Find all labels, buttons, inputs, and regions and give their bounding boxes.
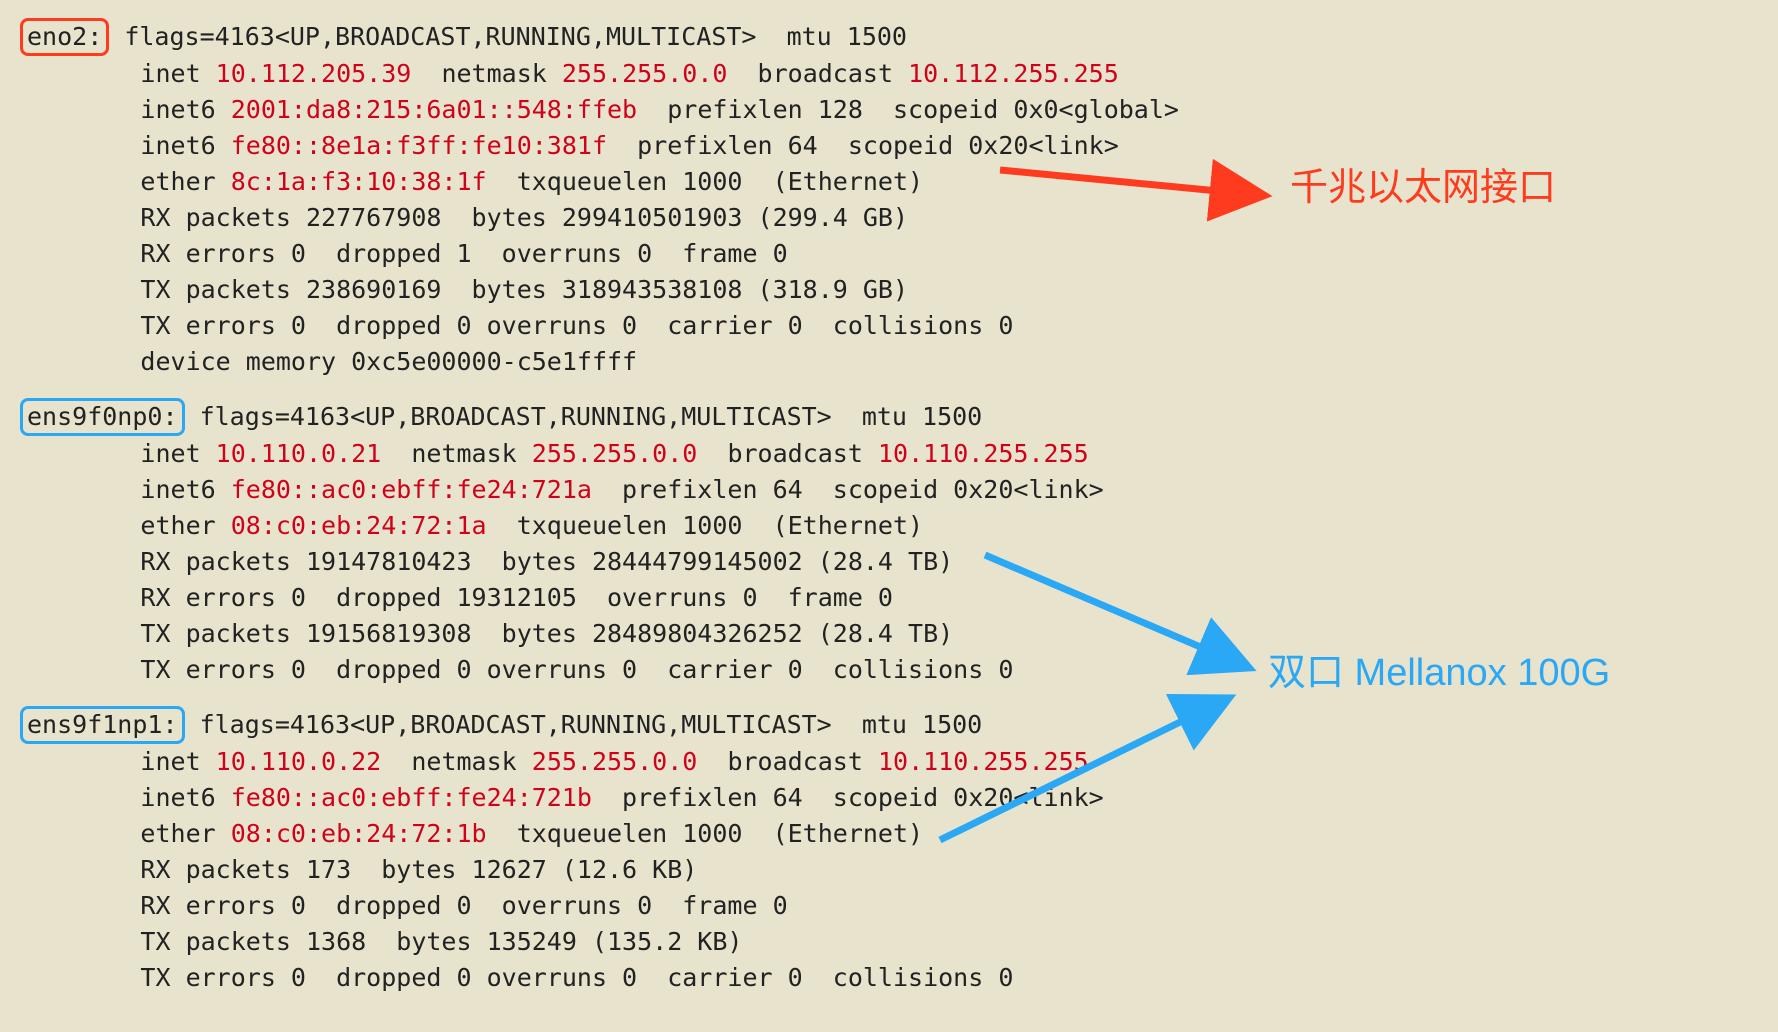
- annotation-gigabit-label: 千兆以太网接口: [1290, 170, 1556, 206]
- interface-flags: flags=4163<UP,BROADCAST,RUNNING,MULTICAS…: [185, 710, 983, 739]
- address-value: 8c:1a:f3:10:38:1f: [231, 167, 487, 196]
- interface-stat-line: TX errors 0 dropped 0 overruns 0 carrier…: [20, 960, 1778, 996]
- interface-flags: flags=4163<UP,BROADCAST,RUNNING,MULTICAS…: [109, 22, 907, 51]
- address-value: 2001:da8:215:6a01::548:ffeb: [231, 95, 637, 124]
- interface-stat-line: TX packets 1368 bytes 135249 (135.2 KB): [20, 924, 1778, 960]
- interface-header: ens9f1np1: flags=4163<UP,BROADCAST,RUNNI…: [20, 706, 1778, 744]
- interface-name: ens9f0np0:: [20, 398, 185, 436]
- interface-name: eno2:: [20, 18, 109, 56]
- address-value: 08:c0:eb:24:72:1b: [231, 819, 487, 848]
- address-value: 10.112.205.39: [216, 59, 412, 88]
- terminal-output: eno2: flags=4163<UP,BROADCAST,RUNNING,MU…: [0, 0, 1778, 996]
- interface-stat-line: TX packets 19156819308 bytes 28489804326…: [20, 616, 1778, 652]
- interface-address-line: inet6 fe80::ac0:ebff:fe24:721b prefixlen…: [20, 780, 1778, 816]
- interface-address-line: inet 10.112.205.39 netmask 255.255.0.0 b…: [20, 56, 1778, 92]
- interface-address-line: inet 10.110.0.21 netmask 255.255.0.0 bro…: [20, 436, 1778, 472]
- interface-address-line: ether 08:c0:eb:24:72:1b txqueuelen 1000 …: [20, 816, 1778, 852]
- address-value: fe80::8e1a:f3ff:fe10:381f: [231, 131, 607, 160]
- address-value: fe80::ac0:ebff:fe24:721b: [231, 783, 592, 812]
- netmask-value: 255.255.0.0: [532, 747, 698, 776]
- interface-address-line: inet 10.110.0.22 netmask 255.255.0.0 bro…: [20, 744, 1778, 780]
- interface-address-line: inet6 fe80::ac0:ebff:fe24:721a prefixlen…: [20, 472, 1778, 508]
- interface-name: ens9f1np1:: [20, 706, 185, 744]
- broadcast-value: 10.112.255.255: [908, 59, 1119, 88]
- address-value: fe80::ac0:ebff:fe24:721a: [231, 475, 592, 504]
- interface-header: ens9f0np0: flags=4163<UP,BROADCAST,RUNNI…: [20, 398, 1778, 436]
- address-value: 10.110.0.22: [216, 747, 382, 776]
- interface-stat-line: RX errors 0 dropped 1 overruns 0 frame 0: [20, 236, 1778, 272]
- netmask-value: 255.255.0.0: [562, 59, 728, 88]
- interface-flags: flags=4163<UP,BROADCAST,RUNNING,MULTICAS…: [185, 402, 983, 431]
- interface-stat-line: device memory 0xc5e00000-c5e1ffff: [20, 344, 1778, 380]
- interface-stat-line: RX packets 19147810423 bytes 28444799145…: [20, 544, 1778, 580]
- interface-stat-line: TX errors 0 dropped 0 overruns 0 carrier…: [20, 308, 1778, 344]
- address-value: 08:c0:eb:24:72:1a: [231, 511, 487, 540]
- netmask-value: 255.255.0.0: [532, 439, 698, 468]
- interface-stat-line: TX packets 238690169 bytes 318943538108 …: [20, 272, 1778, 308]
- broadcast-value: 10.110.255.255: [878, 747, 1089, 776]
- interface-address-line: inet6 fe80::8e1a:f3ff:fe10:381f prefixle…: [20, 128, 1778, 164]
- interface-address-line: ether 08:c0:eb:24:72:1a txqueuelen 1000 …: [20, 508, 1778, 544]
- broadcast-value: 10.110.255.255: [878, 439, 1089, 468]
- interface-stat-line: RX errors 0 dropped 19312105 overruns 0 …: [20, 580, 1778, 616]
- annotation-mellanox-label: 双口 Mellanox 100G: [1268, 655, 1610, 691]
- address-value: 10.110.0.21: [216, 439, 382, 468]
- interface-header: eno2: flags=4163<UP,BROADCAST,RUNNING,MU…: [20, 18, 1778, 56]
- interface-stat-line: RX packets 173 bytes 12627 (12.6 KB): [20, 852, 1778, 888]
- interface-address-line: inet6 2001:da8:215:6a01::548:ffeb prefix…: [20, 92, 1778, 128]
- interface-stat-line: RX errors 0 dropped 0 overruns 0 frame 0: [20, 888, 1778, 924]
